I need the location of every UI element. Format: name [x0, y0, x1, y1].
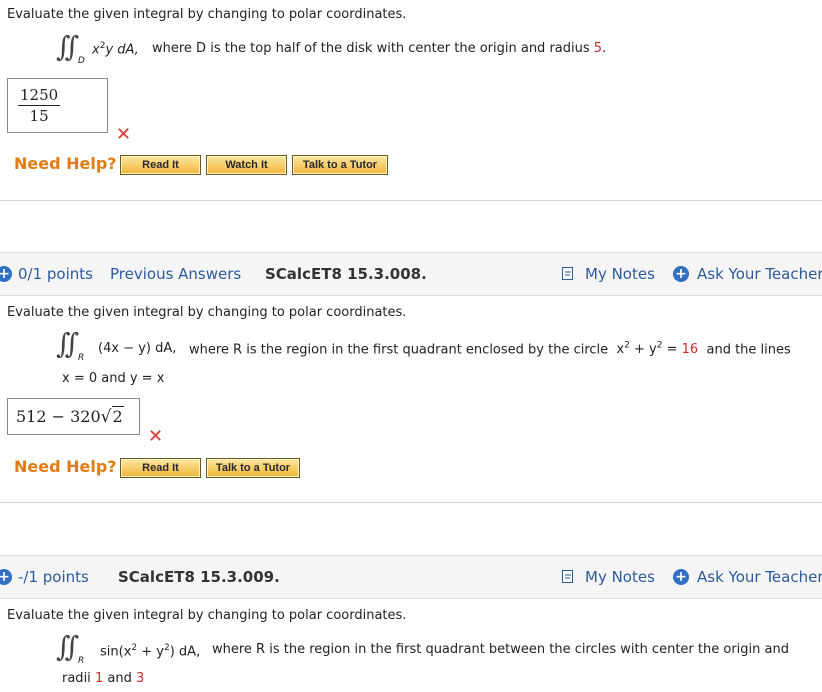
- watch-it-button[interactable]: Watch It: [206, 155, 287, 175]
- q2-lines: x = 0 and y = x: [62, 371, 165, 386]
- section-divider: [0, 200, 822, 201]
- q3-points[interactable]: -/1 points: [18, 568, 89, 586]
- q2-problem-code: SCalcET8 15.3.008.: [265, 265, 427, 283]
- q3-header: + -/1 points SCalcET8 15.3.009. My Notes…: [0, 555, 822, 599]
- q1-region-subscript: D: [78, 56, 85, 66]
- talk-to-tutor-button[interactable]: Talk to a Tutor: [292, 155, 388, 175]
- q2-need-help: Need Help?: [14, 457, 117, 476]
- read-it-button[interactable]: Read It: [120, 458, 201, 478]
- read-it-button[interactable]: Read It: [120, 155, 201, 175]
- q1-description: where D is the top half of the disk with…: [152, 41, 607, 56]
- q2-integrand: (4x − y) dA,: [98, 341, 177, 356]
- q3-integrand: sin(x2 + y2) dA,: [100, 643, 201, 660]
- notes-icon: [562, 570, 574, 587]
- double-integral-sign: ∫∫: [56, 630, 79, 663]
- q2-answer-box[interactable]: 512 − 320√2: [7, 398, 140, 435]
- incorrect-x-icon: ✕: [116, 124, 132, 145]
- q3-inner-radius: 1: [94, 671, 104, 686]
- ask-teacher-plus-icon[interactable]: +: [673, 266, 689, 282]
- q3-outer-radius: 3: [135, 671, 145, 686]
- q2-ask-teacher-link[interactable]: Ask Your Teacher: [697, 265, 822, 283]
- q2-header: + 0/1 points Previous Answers SCalcET8 1…: [0, 252, 822, 296]
- double-integral-sign: ∫∫: [56, 30, 79, 63]
- double-integral-sign: ∫∫: [56, 327, 79, 360]
- q2-prompt: Evaluate the given integral by changing …: [7, 305, 407, 320]
- expand-plus-icon[interactable]: +: [0, 569, 12, 585]
- q2-points[interactable]: 0/1 points: [18, 265, 93, 283]
- talk-to-tutor-button[interactable]: Talk to a Tutor: [206, 458, 300, 478]
- q1-need-help: Need Help?: [14, 154, 117, 173]
- q1-answer-fraction: 1250 15: [18, 86, 61, 125]
- ask-teacher-plus-icon[interactable]: +: [673, 569, 689, 585]
- q3-prompt: Evaluate the given integral by changing …: [7, 608, 407, 623]
- q3-problem-code: SCalcET8 15.3.009.: [118, 568, 280, 586]
- q1-integrand: x2y dA,: [92, 41, 139, 58]
- notes-icon: [562, 267, 574, 284]
- q1-answer-box[interactable]: 1250 15: [7, 78, 108, 133]
- q1-radius-value: 5: [593, 41, 603, 56]
- incorrect-x-icon: ✕: [148, 426, 164, 447]
- q2-circle-radius-sq: 16: [681, 342, 699, 358]
- q3-my-notes-link[interactable]: My Notes: [585, 568, 655, 586]
- q2-description: where R is the region in the first quadr…: [189, 341, 791, 358]
- q1-prompt: Evaluate the given integral by changing …: [7, 7, 407, 22]
- q2-answer-value: 512 − 320√2: [16, 406, 124, 427]
- q3-region-subscript: R: [78, 656, 85, 666]
- q3-description: where R is the region in the first quadr…: [212, 642, 789, 657]
- q2-my-notes-link[interactable]: My Notes: [585, 265, 655, 283]
- section-divider: [0, 502, 822, 503]
- q3-radii: radii 1 and 3: [62, 671, 145, 686]
- expand-plus-icon[interactable]: +: [0, 266, 12, 282]
- q3-ask-teacher-link[interactable]: Ask Your Teacher: [697, 568, 822, 586]
- q2-region-subscript: R: [78, 353, 85, 363]
- q2-previous-answers-link[interactable]: Previous Answers: [110, 265, 241, 283]
